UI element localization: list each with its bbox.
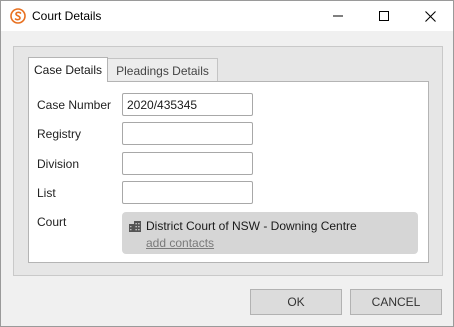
building-icon (129, 221, 141, 232)
close-icon (424, 10, 436, 22)
close-button[interactable] (407, 1, 453, 31)
registry-label: Registry (37, 127, 82, 141)
case-number-label: Case Number (37, 98, 112, 112)
court-card[interactable]: District Court of NSW - Downing Centre a… (122, 212, 418, 254)
minimize-button[interactable] (315, 1, 361, 31)
window-title: Court Details (32, 9, 102, 23)
maximize-button[interactable] (361, 1, 407, 31)
maximize-icon (379, 11, 389, 21)
app-logo-icon (10, 8, 26, 24)
minimize-icon (333, 11, 343, 21)
tab-pleadings-details[interactable]: Pleadings Details (108, 58, 218, 82)
court-label: Court (37, 215, 67, 229)
title-bar: Court Details (1, 1, 453, 31)
ok-button[interactable]: OK (250, 289, 342, 315)
list-input[interactable] (122, 181, 253, 204)
add-contacts-link[interactable]: add contacts (146, 236, 214, 250)
tab-case-details[interactable]: Case Details (28, 57, 108, 82)
registry-input[interactable] (122, 122, 253, 145)
division-input[interactable] (122, 152, 253, 175)
cancel-button[interactable]: CANCEL (350, 289, 442, 315)
court-name: District Court of NSW - Downing Centre (146, 219, 357, 233)
case-number-input[interactable] (122, 93, 253, 116)
list-label: List (37, 186, 56, 200)
division-label: Division (37, 157, 80, 171)
court-details-dialog: Court Details Case Details Pleadings Det… (0, 0, 454, 327)
